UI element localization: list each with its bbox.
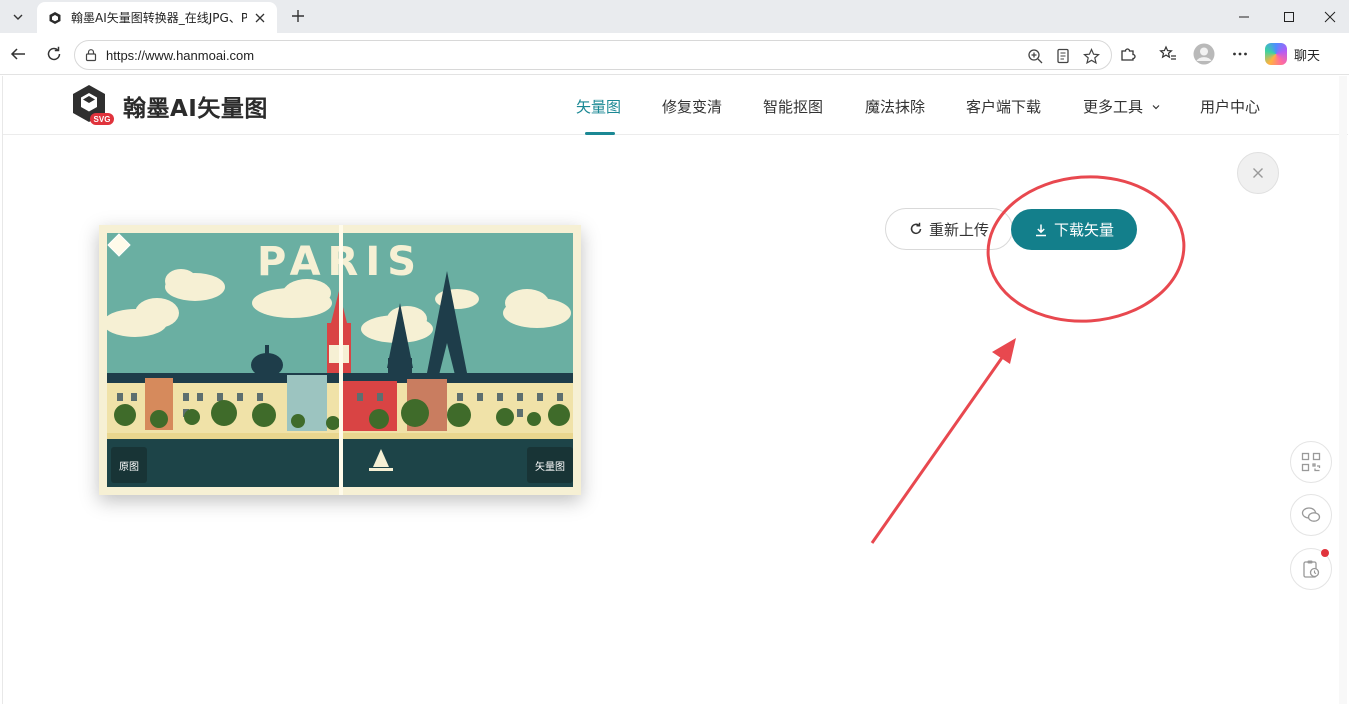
back-button[interactable]	[6, 42, 30, 66]
site-info-lock-icon[interactable]	[83, 47, 99, 63]
nav-item-restore[interactable]: 修复变清	[662, 96, 722, 117]
refresh-button[interactable]	[42, 42, 66, 66]
new-tab-button[interactable]	[287, 5, 309, 27]
nav-item-user-center[interactable]: 用户中心	[1200, 96, 1260, 117]
notification-dot	[1321, 549, 1329, 557]
logo-text: 翰墨AI矢量图	[123, 96, 268, 122]
extensions-button[interactable]	[1116, 42, 1140, 66]
zoom-icon[interactable]	[1025, 46, 1045, 66]
tab-close-icon[interactable]	[251, 9, 269, 27]
chevron-down-icon	[13, 14, 23, 20]
arrow-left-icon	[10, 48, 25, 60]
maximize-icon	[1284, 11, 1294, 22]
nav-item-client-download[interactable]: 客户端下载	[966, 96, 1041, 117]
refresh-icon	[47, 46, 61, 61]
tab-actions-menu-button[interactable]	[6, 5, 30, 29]
close-icon	[1324, 11, 1336, 22]
reupload-button[interactable]: 重新上传	[885, 208, 1013, 250]
qr-code-button[interactable]	[1290, 441, 1332, 483]
download-icon	[1034, 223, 1048, 237]
favorites-button[interactable]	[1156, 42, 1180, 66]
comparison-preview[interactable]: PARIS	[99, 225, 581, 495]
minimize-icon	[1239, 16, 1249, 17]
plus-icon	[292, 10, 304, 22]
browser-toolbar: https://www.hanmoai.com 聊天	[0, 33, 1349, 75]
copilot-icon	[1265, 43, 1287, 65]
qr-code-icon	[1301, 452, 1321, 472]
chevron-down-icon	[1152, 105, 1160, 110]
refresh-icon	[909, 222, 923, 236]
more-dots-icon	[1233, 52, 1247, 56]
puzzle-icon	[1121, 48, 1136, 61]
tab-title: 翰墨AI矢量图转换器_在线JPG、PNG	[71, 11, 247, 25]
history-button[interactable]	[1290, 548, 1332, 590]
nav-item-vector[interactable]: 矢量图	[576, 96, 621, 117]
site-page: SVG 翰墨AI矢量图 矢量图 修复变清 智能抠图 魔法抹除 客户端下载 更多工…	[2, 76, 1348, 704]
reupload-label: 重新上传	[928, 220, 989, 239]
reading-view-icon[interactable]	[1053, 46, 1073, 66]
favorites-list-icon	[1159, 45, 1176, 60]
download-vector-label: 下载矢量	[1053, 221, 1114, 239]
site-header: SVG 翰墨AI矢量图 矢量图 修复变清 智能抠图 魔法抹除 客户端下载 更多工…	[3, 76, 1348, 135]
window-close-button[interactable]	[1311, 0, 1349, 33]
wechat-button[interactable]	[1290, 494, 1332, 536]
more-menu-button[interactable]	[1228, 42, 1252, 66]
original-image-tag: 原图	[111, 447, 147, 483]
logo-badge-text: SVG	[94, 115, 111, 124]
nav-item-more-tools[interactable]: 更多工具	[1083, 96, 1161, 117]
page-scrollbar[interactable]	[1339, 76, 1347, 704]
wechat-icon	[1301, 507, 1321, 522]
site-favicon-icon	[47, 10, 63, 26]
close-icon	[1253, 168, 1263, 178]
split-handle-icon[interactable]	[107, 233, 131, 257]
avatar-icon	[1193, 43, 1215, 65]
profile-avatar[interactable]	[1192, 42, 1216, 66]
minimize-button[interactable]	[1221, 0, 1267, 33]
maximize-button[interactable]	[1266, 0, 1312, 33]
favorite-star-icon[interactable]	[1081, 46, 1101, 66]
copilot-label: 聊天	[1294, 48, 1321, 64]
vector-image-tag: 矢量图	[527, 447, 573, 483]
address-url-text: https://www.hanmoai.com	[106, 48, 255, 63]
browser-tab-active[interactable]: 翰墨AI矢量图转换器_在线JPG、PNG	[37, 2, 277, 33]
download-vector-button[interactable]: 下载矢量	[1011, 209, 1137, 250]
copilot-chat-button[interactable]: 聊天	[1265, 42, 1320, 66]
nav-active-indicator	[585, 132, 615, 135]
address-bar[interactable]: https://www.hanmoai.com	[74, 40, 1112, 70]
close-preview-button[interactable]	[1237, 152, 1279, 194]
clipboard-clock-icon	[1303, 560, 1320, 578]
nav-item-eraser[interactable]: 魔法抹除	[865, 96, 925, 117]
comparison-split-line[interactable]	[339, 225, 343, 495]
site-logo[interactable]: SVG 翰墨AI矢量图	[69, 82, 268, 130]
browser-tab-bar: 翰墨AI矢量图转换器_在线JPG、PNG	[0, 0, 1349, 33]
nav-item-cutout[interactable]: 智能抠图	[763, 96, 823, 117]
nav-more-tools-label: 更多工具	[1083, 98, 1144, 116]
logo-mark-icon: SVG	[69, 82, 117, 130]
